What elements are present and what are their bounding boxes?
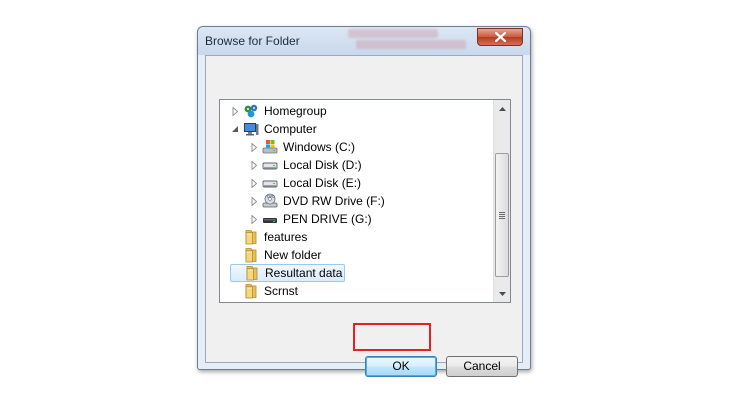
usb-drive-icon	[262, 211, 278, 227]
tree-item-label: New folder	[264, 248, 322, 262]
dialog-title: Browse for Folder	[205, 34, 300, 48]
homegroup-icon	[243, 103, 259, 119]
hard-drive-icon	[262, 157, 278, 173]
tree-expander	[230, 282, 240, 300]
vertical-scrollbar[interactable]	[493, 100, 510, 302]
tree-item[interactable]: New folder	[230, 246, 323, 264]
expand-arrow-icon[interactable]	[251, 160, 257, 170]
scroll-down-button[interactable]	[494, 285, 510, 302]
tree-item-label: features	[264, 230, 308, 244]
tree-item[interactable]: Computer	[230, 120, 319, 138]
scroll-up-arrow-icon	[499, 106, 506, 111]
tree-item[interactable]: Homegroup	[230, 102, 329, 120]
scroll-up-button[interactable]	[494, 100, 510, 117]
dvd-drive-icon: DVD	[262, 193, 278, 209]
tree-item-label: Homegroup	[264, 104, 327, 118]
tree-expander	[230, 228, 240, 246]
ok-button[interactable]: OK	[365, 356, 437, 377]
background-window-ghost	[348, 27, 488, 55]
tree-item[interactable]: PEN DRIVE (G:)	[249, 210, 374, 228]
expand-arrow-icon[interactable]	[251, 178, 257, 188]
tree-expander[interactable]	[249, 138, 259, 156]
expand-arrow-icon[interactable]	[251, 142, 257, 152]
browse-folder-dialog: Browse for Folder Homegroup Computer Windo…	[197, 26, 531, 377]
folder-icon	[243, 247, 259, 263]
tree-expander[interactable]	[249, 156, 259, 174]
folder-icon	[243, 229, 259, 245]
tree-item[interactable]: DVD DVD RW Drive (F:)	[249, 192, 387, 210]
tree-expander[interactable]	[249, 174, 259, 192]
tree-expander[interactable]	[230, 102, 240, 120]
expand-arrow-icon[interactable]	[251, 214, 257, 224]
grip-icon	[499, 211, 505, 220]
title-bar[interactable]: Browse for Folder	[198, 27, 530, 55]
windows-drive-icon	[262, 139, 278, 155]
tree-item[interactable]: Windows (C:)	[249, 138, 357, 156]
close-button[interactable]	[477, 28, 523, 46]
tree-expander[interactable]	[230, 120, 240, 138]
cancel-button[interactable]: Cancel	[446, 356, 518, 377]
folder-icon	[243, 283, 259, 299]
tree-item-label: Local Disk (E:)	[283, 176, 362, 190]
tree-item-label: PEN DRIVE (G:)	[283, 212, 372, 226]
tree-expander	[230, 246, 240, 264]
computer-icon	[243, 121, 259, 137]
folder-tree[interactable]: Homegroup Computer Windows (C:) Local Disk …	[219, 99, 511, 303]
tree-expander	[231, 264, 241, 282]
hard-drive-icon	[262, 175, 278, 191]
close-icon	[494, 32, 506, 42]
svg-text:DVD: DVD	[267, 195, 275, 199]
tree-item-label: DVD RW Drive (F:)	[283, 194, 385, 208]
tree-item-label: Computer	[264, 122, 317, 136]
tree-expander[interactable]	[249, 192, 259, 210]
tree-item-label: Windows (C:)	[283, 140, 356, 154]
collapse-arrow-icon[interactable]	[231, 125, 239, 133]
tree-item[interactable]: Resultant data	[230, 264, 346, 282]
tree-item-label: Local Disk (D:)	[283, 158, 362, 172]
folder-tree-list: Homegroup Computer Windows (C:) Local Disk …	[220, 100, 493, 302]
scroll-thumb[interactable]	[495, 153, 509, 277]
tree-item[interactable]: Local Disk (D:)	[249, 156, 364, 174]
expand-arrow-icon[interactable]	[251, 196, 257, 206]
tree-item-label: Scrnst	[264, 284, 299, 298]
tree-item-label: Resultant data	[265, 266, 343, 280]
ok-button-highlight	[353, 323, 431, 351]
tree-item[interactable]: features	[230, 228, 309, 246]
tree-item[interactable]: Scrnst	[230, 282, 300, 300]
tree-item[interactable]: Local Disk (E:)	[249, 174, 363, 192]
scroll-down-arrow-icon	[499, 291, 506, 296]
dialog-client-area: Homegroup Computer Windows (C:) Local Disk …	[205, 55, 523, 377]
expand-arrow-icon[interactable]	[232, 106, 238, 116]
tree-expander[interactable]	[249, 210, 259, 228]
folder-icon	[244, 265, 260, 281]
